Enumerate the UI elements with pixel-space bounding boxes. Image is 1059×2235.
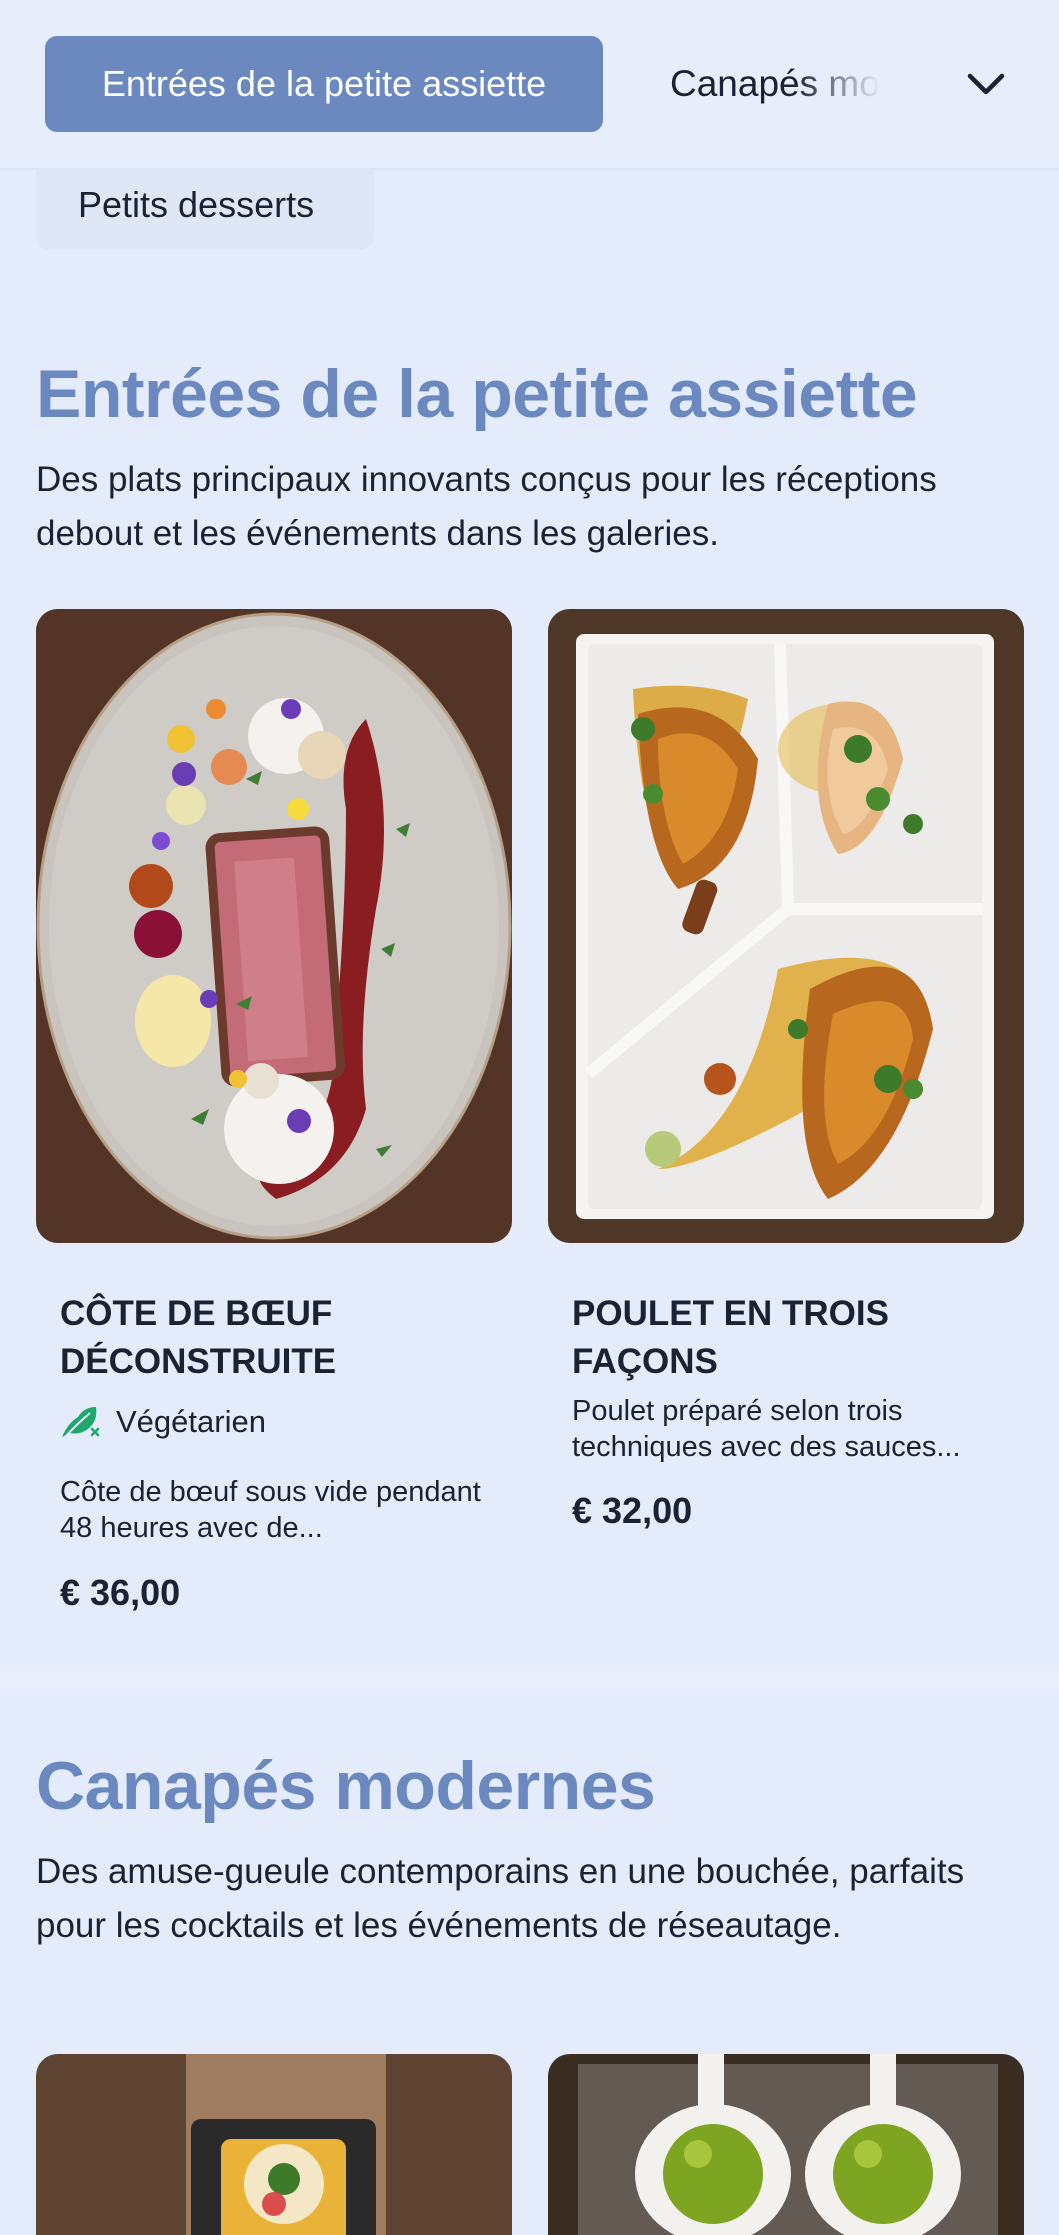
diet-tag-label: Végétarien bbox=[116, 1404, 266, 1439]
section-divider bbox=[0, 1666, 1059, 1690]
section-description: Des amuse-gueule contemporains en une bo… bbox=[36, 1852, 965, 1945]
canape-spoons-photo[interactable] bbox=[548, 2054, 1024, 2235]
beef-dish-photo[interactable] bbox=[36, 609, 512, 1243]
category-tab-active[interactable]: Entrées de la petite assiette bbox=[45, 36, 603, 132]
dish-price: € 36,00 bbox=[60, 1572, 181, 1613]
dish-description: Poulet préparé selon trois techniques av… bbox=[572, 1395, 961, 1463]
category-nav: Entrées de la petite assiette Canapés mo… bbox=[0, 0, 1059, 170]
dish-name[interactable]: POULET EN TROIS FAÇONS bbox=[572, 1290, 1012, 1386]
dish-description: Côte de bœuf sous vide pendant 48 heures… bbox=[60, 1476, 481, 1544]
section-title: Canapés modernes bbox=[36, 1748, 656, 1824]
chevron-down-icon[interactable] bbox=[960, 58, 1012, 110]
section-description: Des plats principaux innovants conçus po… bbox=[36, 460, 937, 553]
chicken-dish-photo[interactable] bbox=[548, 609, 1024, 1243]
canape-photo[interactable] bbox=[36, 2054, 512, 2235]
category-tab[interactable]: Canapés modernes bbox=[670, 36, 880, 132]
leaf-icon bbox=[62, 1407, 100, 1437]
diet-tag: Végétarien bbox=[60, 1400, 266, 1444]
dish-name[interactable]: CÔTE DE BŒUF DÉCONSTRUITE bbox=[60, 1290, 500, 1386]
category-tab-overflow[interactable]: Petits desserts bbox=[36, 170, 374, 250]
section-title: Entrées de la petite assiette bbox=[36, 356, 918, 432]
dish-price: € 32,00 bbox=[572, 1490, 693, 1531]
